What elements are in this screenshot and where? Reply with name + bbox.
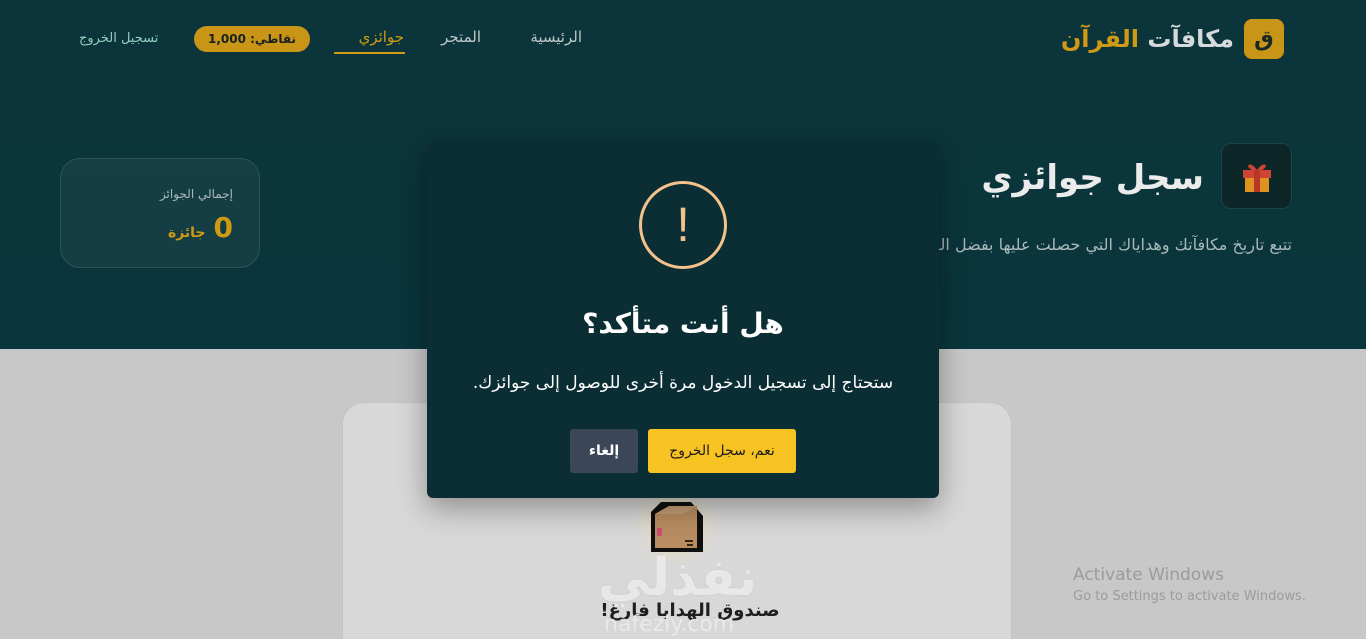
warning-mark: !: [676, 198, 690, 252]
logout-confirm-dialog: ! هل أنت متأكد؟ ستحتاج إلى تسجيل الدخول …: [427, 141, 939, 498]
dialog-message: ستحتاج إلى تسجيل الدخول مرة أخرى للوصول …: [472, 373, 894, 393]
confirm-logout-button[interactable]: نعم، سجل الخروج: [648, 429, 796, 473]
warning-icon: !: [639, 181, 727, 269]
cancel-button[interactable]: إلغاء: [570, 429, 638, 473]
dialog-title: هل أنت متأكد؟: [582, 307, 784, 340]
